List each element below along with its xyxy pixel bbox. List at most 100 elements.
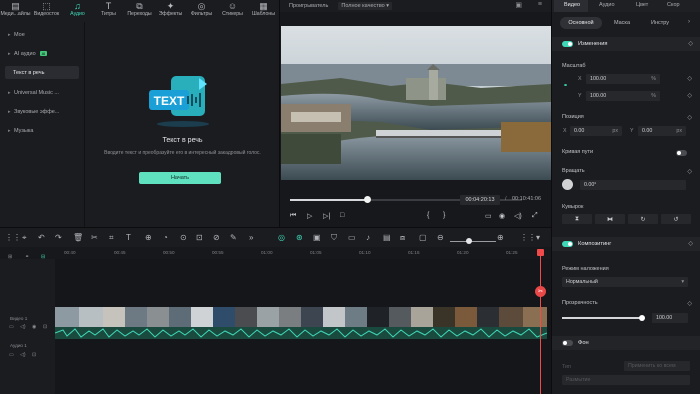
mute-icon[interactable]: ◁) — [20, 324, 26, 330]
keyframe-icon[interactable]: ◇ — [687, 300, 692, 307]
video-preview[interactable] — [281, 26, 551, 180]
tab-speed[interactable]: Скор — [667, 2, 680, 8]
keyframe-icon[interactable]: ◇ — [687, 92, 692, 99]
split-icon[interactable]: ⧈ — [400, 233, 405, 243]
current-time[interactable]: 00:04:20:13 — [460, 195, 500, 205]
zoom-clip-icon[interactable]: ⊕ — [145, 233, 152, 242]
link-icon[interactable]: ⚭ — [25, 254, 29, 260]
playhead-line[interactable] — [540, 250, 541, 394]
edit-icon[interactable]: ✎ — [230, 233, 237, 242]
rotate-right-button[interactable]: ↻ — [628, 214, 658, 224]
toolbar-effects[interactable]: ✦ Эффекты — [155, 0, 186, 22]
rotate-dial[interactable] — [562, 179, 573, 190]
keyframe-icon[interactable]: ◇ — [688, 40, 693, 47]
volume-icon[interactable]: ◁) — [514, 212, 522, 220]
toolbar-stock[interactable]: ⬚ Видеосток — [31, 0, 62, 22]
changes-toggle[interactable] — [562, 41, 573, 47]
play-icon[interactable]: ▷ — [307, 212, 312, 220]
time-ruler[interactable]: 00:40 00:45 00:50 00:55 01:00 01:05 01:1… — [0, 247, 551, 259]
blur-dropdown[interactable]: Размытие — [562, 375, 690, 385]
lock-icon[interactable]: ⊡ — [196, 233, 203, 242]
keyframe-icon[interactable]: ◇ — [688, 240, 693, 247]
opacity-slider-knob[interactable] — [639, 315, 645, 321]
sidebar-item-mine[interactable]: ▸ Мое — [5, 28, 79, 41]
background-toggle[interactable] — [562, 340, 573, 346]
layout-icon[interactable]: ⋮⋮ — [520, 233, 536, 242]
keyframe-icon[interactable]: ◇ — [687, 114, 692, 121]
more-icon[interactable]: ≡ — [538, 1, 542, 8]
pos-x-input[interactable]: 0.00 px — [570, 126, 622, 136]
grid-icon[interactable]: ⋮⋮ — [5, 233, 21, 242]
sidebar-item-universal-music[interactable]: ▸ Universal Music ... — [5, 86, 79, 99]
sidebar-item-sound-effects[interactable]: ▸ Звуковые эффе... — [5, 105, 79, 118]
flip-horizontal-button[interactable]: ⧗ — [562, 214, 592, 224]
toolbar-audio[interactable]: ♫ Аудио — [62, 0, 93, 22]
step-back-icon[interactable]: ⏮ — [290, 212, 296, 220]
text-icon[interactable]: T — [126, 233, 131, 242]
keyframe-icon[interactable]: ◇ — [687, 75, 692, 82]
quality-dropdown[interactable]: Полное качество ▾ — [338, 2, 393, 10]
keyframe-icon[interactable]: ◇ — [687, 168, 692, 175]
camera-icon[interactable]: ◉ — [499, 212, 505, 220]
progress-knob[interactable] — [363, 196, 371, 203]
select-icon[interactable]: ⌖ — [22, 233, 27, 243]
subtab-mask[interactable]: Маска — [606, 17, 638, 29]
cut-icon[interactable]: ✂ — [91, 233, 98, 242]
more-tools-icon[interactable]: » — [249, 233, 253, 242]
link-icon[interactable]: ⚭ — [563, 82, 568, 89]
fullscreen-icon[interactable]: ⤢ — [532, 212, 538, 220]
snapshot-icon[interactable]: ▣ — [515, 1, 522, 9]
mark-out-icon[interactable]: } — [443, 212, 445, 219]
tab-audio[interactable]: Аудио — [599, 2, 615, 8]
toolbar-filters[interactable]: ◎ Фильтры — [186, 0, 217, 22]
screen-icon[interactable]: ▣ — [313, 233, 321, 242]
sidebar-item-music[interactable]: ▸ Музыка — [5, 124, 79, 137]
scale-y-input[interactable]: 100.00% — [586, 91, 660, 101]
split-marker-icon[interactable]: ✂ — [535, 286, 546, 297]
redo-icon[interactable]: ↷ — [55, 233, 62, 242]
zoom-icon[interactable]: ⊙ — [180, 233, 187, 242]
compositing-section[interactable]: Композитинг ◇ — [552, 237, 700, 251]
start-button[interactable]: Начать — [139, 172, 221, 184]
marker-icon[interactable]: ▭ — [348, 233, 356, 242]
folder-icon[interactable]: ▭ — [9, 352, 14, 358]
pos-y-input[interactable]: 0.00 px — [638, 126, 686, 136]
blend-mode-dropdown[interactable]: Нормальный ▾ — [562, 277, 688, 287]
subtab-basic[interactable]: Основной — [560, 17, 602, 29]
subtab-tools[interactable]: Инстру — [640, 17, 680, 29]
transform-section[interactable]: Изменения ◇ — [552, 37, 700, 51]
undo-icon[interactable]: ↶ — [38, 233, 45, 242]
toolbar-media[interactable]: ▤ Меди...айлы — [0, 0, 31, 22]
display-icon[interactable]: ▭ — [485, 212, 492, 220]
effects-icon[interactable]: ⊘ — [213, 233, 220, 242]
folder-icon[interactable]: ▭ — [9, 324, 14, 330]
sidebar-item-text-to-speech[interactable]: Текст в речь — [5, 66, 79, 79]
zoom-out-icon[interactable]: ⊖ — [437, 233, 444, 242]
scale-x-input[interactable]: 100.00% — [586, 74, 660, 84]
playhead-handle[interactable] — [537, 249, 544, 256]
zoom-slider-knob[interactable] — [466, 238, 472, 244]
mic-icon[interactable]: ♪ — [366, 233, 370, 242]
zoom-slider[interactable] — [450, 241, 496, 242]
opacity-slider[interactable] — [562, 317, 642, 319]
toolbar-templates[interactable]: ▦ Шаблоны — [248, 0, 279, 22]
shield-icon[interactable]: ⛉ — [331, 233, 337, 243]
render-icon[interactable]: ◎ — [278, 233, 285, 242]
toolbar-titles[interactable]: T Титры — [93, 0, 124, 22]
ai-cut-icon[interactable]: ⊛ — [296, 233, 303, 242]
compositing-toggle[interactable] — [562, 241, 573, 247]
magnet-icon[interactable]: ⊟ — [41, 254, 45, 260]
apply-all-button[interactable]: Применить ко всем — [624, 361, 690, 371]
rotate-left-button[interactable]: ↺ — [661, 214, 691, 224]
mark-in-icon[interactable]: { — [427, 212, 429, 219]
chevron-right-icon[interactable]: › — [688, 19, 690, 25]
snap-icon[interactable]: ▢ — [419, 233, 427, 242]
step-forward-icon[interactable]: ▷| — [323, 212, 330, 220]
speed-icon[interactable]: ◔ — [163, 233, 168, 242]
toolbar-stickers[interactable]: ☺ Стикеры — [217, 0, 248, 22]
settings-icon[interactable]: ▾ — [536, 233, 540, 242]
caption-icon[interactable]: ▤ — [383, 233, 391, 242]
opacity-input[interactable]: 100.00 — [652, 313, 688, 323]
lock-icon[interactable]: ⊡ — [32, 352, 36, 358]
lock-icon[interactable]: ⊡ — [43, 324, 47, 330]
